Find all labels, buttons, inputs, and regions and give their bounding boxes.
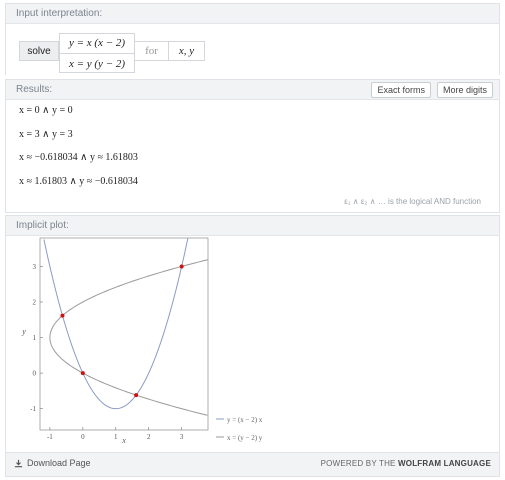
exact-forms-button[interactable]: Exact forms bbox=[371, 82, 431, 98]
x-tick-label: 2 bbox=[147, 433, 151, 441]
for-cell: for bbox=[135, 41, 169, 61]
solve-cell: solve bbox=[19, 41, 59, 61]
implicit-plot: -1 0 1 2 3 3 2 1 0 -1 x y y = (x − 2) x x = (y − … bbox=[21, 237, 263, 445]
download-page-link[interactable]: Download Page bbox=[14, 458, 91, 468]
equation-2: x = y (y − 2) bbox=[60, 53, 134, 73]
x-axis-label: x bbox=[121, 436, 126, 445]
equation-1: y = x (x − 2) bbox=[68, 37, 126, 49]
intersection-point bbox=[60, 313, 65, 318]
intersection-point bbox=[134, 393, 139, 398]
powered-by-text: POWERED BY THE WOLFRAM LANGUAGE bbox=[321, 459, 491, 468]
equations-cell: y = x (x − 2) x = y (y − 2) bbox=[59, 33, 135, 73]
y-tick-label: -1 bbox=[30, 405, 36, 413]
intersection-point bbox=[80, 371, 85, 376]
input-interpretation-header: Input interpretation: bbox=[6, 4, 499, 24]
result-4: x ≈ 1.61803 ∧ y ≈ −0.618034 bbox=[19, 176, 138, 187]
more-digits-button[interactable]: More digits bbox=[436, 82, 493, 98]
results-title: Results: bbox=[16, 84, 53, 95]
y-tick-label: 3 bbox=[33, 263, 37, 271]
legend-label-2: x = (y − 2) y bbox=[227, 434, 263, 442]
legend-label-1: y = (x − 2) x bbox=[227, 416, 263, 424]
x-tick-label: -1 bbox=[47, 433, 53, 441]
variables-cell: x, y bbox=[169, 41, 205, 61]
input-interpretation-pod: Input interpretation: solve y = x (x − 2… bbox=[5, 3, 500, 75]
result-3: x ≈ −0.618034 ∧ y ≈ 1.61803 bbox=[19, 152, 138, 163]
intersection-point bbox=[179, 264, 184, 269]
x-tick-label: 0 bbox=[81, 433, 85, 441]
wolfram-language-brand: WOLFRAM LANGUAGE bbox=[398, 459, 491, 468]
footer-bar: Download Page POWERED BY THE WOLFRAM LAN… bbox=[5, 453, 500, 477]
y-tick-label: 1 bbox=[33, 334, 37, 342]
x-tick-label: 1 bbox=[114, 433, 118, 441]
results-pod: Results: Exact forms More digits x = 0 ∧… bbox=[5, 79, 500, 213]
results-buttons: Exact forms More digits bbox=[371, 82, 493, 98]
implicit-plot-pod: Implicit plot: -1 0 1 2 3 3 2 1 0 -1 x y y = (x −… bbox=[5, 215, 500, 453]
powered-prefix: POWERED BY THE bbox=[320, 459, 396, 468]
interpretation-table: solve y = x (x − 2) x = y (y − 2) for x,… bbox=[19, 33, 205, 73]
y-axis-label: y bbox=[21, 327, 26, 336]
y-tick-label: 2 bbox=[33, 299, 37, 307]
results-header: Results: Exact forms More digits bbox=[6, 80, 499, 100]
x-tick-label: 3 bbox=[180, 433, 184, 441]
implicit-plot-header: Implicit plot: bbox=[6, 216, 499, 236]
logical-and-footnote: ε₁ ∧ ε₂ ∧ … is the logical AND function bbox=[344, 197, 481, 206]
y-tick-label: 0 bbox=[33, 370, 37, 378]
result-2: x = 3 ∧ y = 3 bbox=[19, 129, 73, 140]
download-page-label: Download Page bbox=[27, 458, 91, 468]
download-icon bbox=[14, 459, 23, 467]
result-1: x = 0 ∧ y = 0 bbox=[19, 105, 73, 116]
